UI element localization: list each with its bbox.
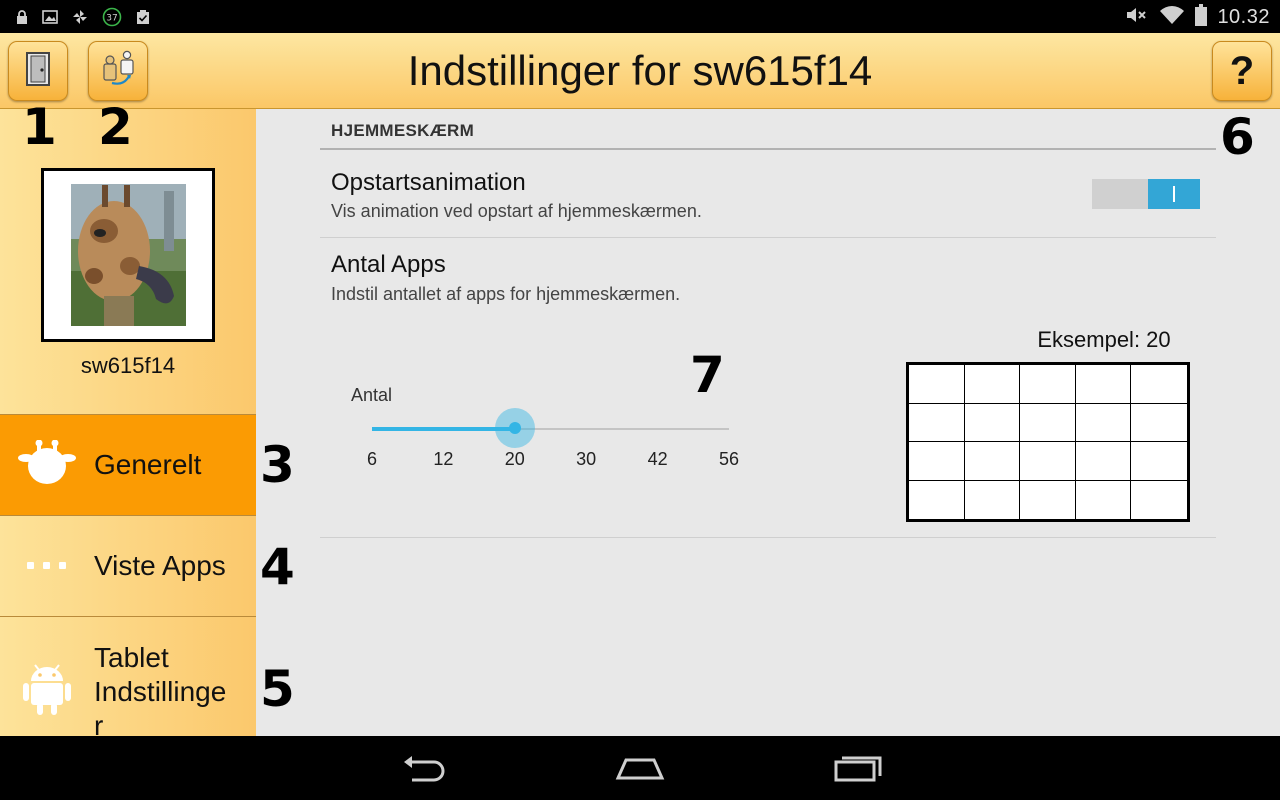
grid-cell — [965, 480, 1021, 519]
toggle-knob — [1148, 179, 1200, 209]
android-icon — [21, 657, 73, 722]
slider-tick-label: 30 — [576, 449, 597, 469]
grid-cell — [1131, 365, 1187, 404]
sidebar-item-label-line: Tablet — [94, 642, 169, 673]
sidebar-item-label: Tablet Indstillinge r — [94, 641, 226, 743]
grid-cell — [1020, 365, 1076, 404]
grid-cell — [1020, 403, 1076, 442]
settings-content: HJEMMESKÆRM Opstartsanimation Vis animat… — [256, 109, 1280, 736]
grid-cell — [1075, 365, 1132, 404]
slider-tick-label: 6 — [366, 449, 377, 469]
sidebar-item-tablet-indstillinger[interactable]: Tablet Indstillinge r — [0, 616, 256, 741]
callout-4: 4 — [260, 538, 295, 596]
status-bar: 37 10.32 — [0, 0, 1280, 33]
back-icon[interactable] — [400, 750, 448, 791]
section-divider — [320, 148, 1216, 150]
pref-summary: Indstil antallet af apps for hjemmeskærm… — [331, 284, 681, 304]
sidebar: sw615f14 Generelt Viste Apps Tablet Inds… — [0, 109, 256, 741]
callout-6: 6 — [1220, 108, 1255, 166]
slider-fill — [372, 427, 515, 431]
callout-2: 2 — [98, 98, 133, 156]
callout-1: 1 — [22, 98, 57, 156]
grid-cell — [909, 403, 965, 442]
grid-cell — [1131, 481, 1187, 520]
wifi-icon — [1159, 5, 1185, 30]
slider-label: Antal — [351, 385, 393, 405]
switch-profile-button[interactable] — [88, 41, 148, 101]
giraffe-head-icon — [18, 439, 76, 491]
navigation-bar — [0, 736, 1280, 800]
exit-button[interactable] — [8, 41, 68, 101]
sidebar-item-label-line: Indstillinge — [94, 676, 227, 707]
grid-cell — [1076, 480, 1132, 519]
slider-tick-label: 12 — [433, 449, 454, 469]
door-icon — [23, 51, 53, 92]
example-label: Eksempel: 20 — [1037, 327, 1171, 352]
lock-icon — [16, 10, 28, 24]
help-label: ? — [1229, 48, 1255, 93]
divider — [320, 237, 1216, 238]
pref-title: Opstartsanimation — [331, 169, 526, 196]
slider-tick-label: 42 — [647, 449, 668, 469]
image-icon — [42, 10, 58, 24]
grid-cell — [1131, 442, 1187, 481]
grid-cell — [964, 403, 1021, 442]
badge-count: 37 — [106, 14, 117, 24]
clipboard-check-icon — [136, 9, 150, 25]
recent-apps-icon[interactable] — [832, 750, 884, 791]
grid-cell — [1075, 403, 1132, 442]
home-icon[interactable] — [614, 750, 666, 791]
battery-icon — [1195, 4, 1208, 31]
apps-count-slider[interactable] — [372, 408, 729, 448]
grid-cell — [909, 480, 965, 519]
slider-tick-label: 20 — [504, 449, 525, 469]
dots-icon — [25, 557, 69, 575]
pref-summary: Vis animation ved opstart af hjemmeskærm… — [331, 201, 702, 221]
help-button[interactable]: ? — [1212, 41, 1272, 101]
grid-cell — [964, 365, 1021, 404]
badge-37-icon: 37 — [102, 7, 122, 27]
grid-cell — [1075, 442, 1132, 481]
grid-cell — [909, 442, 965, 481]
screen: 37 10.32 Indstillinger for sw615f14 ? sw… — [0, 0, 1280, 800]
example-grid — [906, 362, 1190, 522]
action-bar: Indstillinger for sw615f14 ? — [0, 33, 1280, 109]
sidebar-item-generelt[interactable]: Generelt — [0, 414, 256, 515]
pinwheel-icon — [72, 9, 88, 25]
grid-cell — [1020, 480, 1076, 519]
pref-title: Antal Apps — [331, 251, 446, 278]
sidebar-item-label: Viste Apps — [94, 550, 226, 581]
callout-7: 7 — [690, 346, 725, 404]
switch-profile-icon — [98, 50, 138, 93]
profile-name: sw615f14 — [80, 353, 176, 378]
callout-5: 5 — [260, 660, 295, 718]
sidebar-item-viste-apps[interactable]: Viste Apps — [0, 515, 256, 616]
grid-cell — [1020, 442, 1076, 481]
startup-animation-toggle[interactable] — [1092, 179, 1200, 209]
grid-cell — [909, 365, 965, 404]
grid-cell — [964, 442, 1021, 481]
grid-cell — [1131, 404, 1187, 442]
callout-3: 3 — [260, 436, 295, 494]
sidebar-item-label: Generelt — [94, 449, 202, 480]
divider — [320, 537, 1216, 538]
slider-thumb[interactable] — [508, 422, 521, 434]
mute-icon — [1125, 5, 1149, 30]
slider-tick-label: 56 — [718, 449, 740, 469]
page-title: Indstillinger for sw615f14 — [407, 47, 873, 94]
section-title: HJEMMESKÆRM — [331, 121, 475, 140]
avatar[interactable] — [41, 168, 215, 342]
clock: 10.32 — [1217, 6, 1270, 28]
giraffe-photo — [44, 171, 212, 339]
